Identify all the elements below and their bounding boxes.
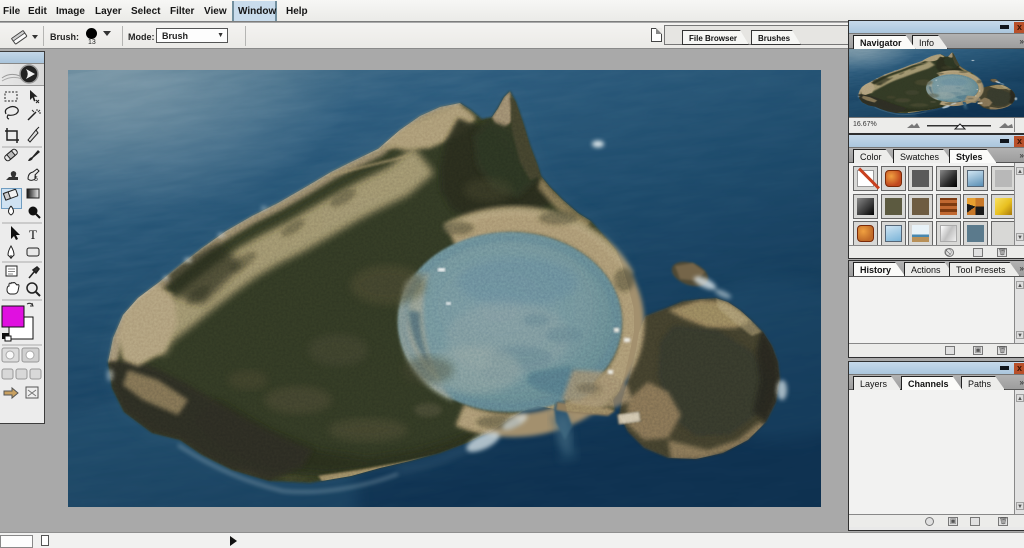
svg-text:T: T	[29, 227, 37, 242]
svg-text:5: 5	[34, 176, 38, 183]
